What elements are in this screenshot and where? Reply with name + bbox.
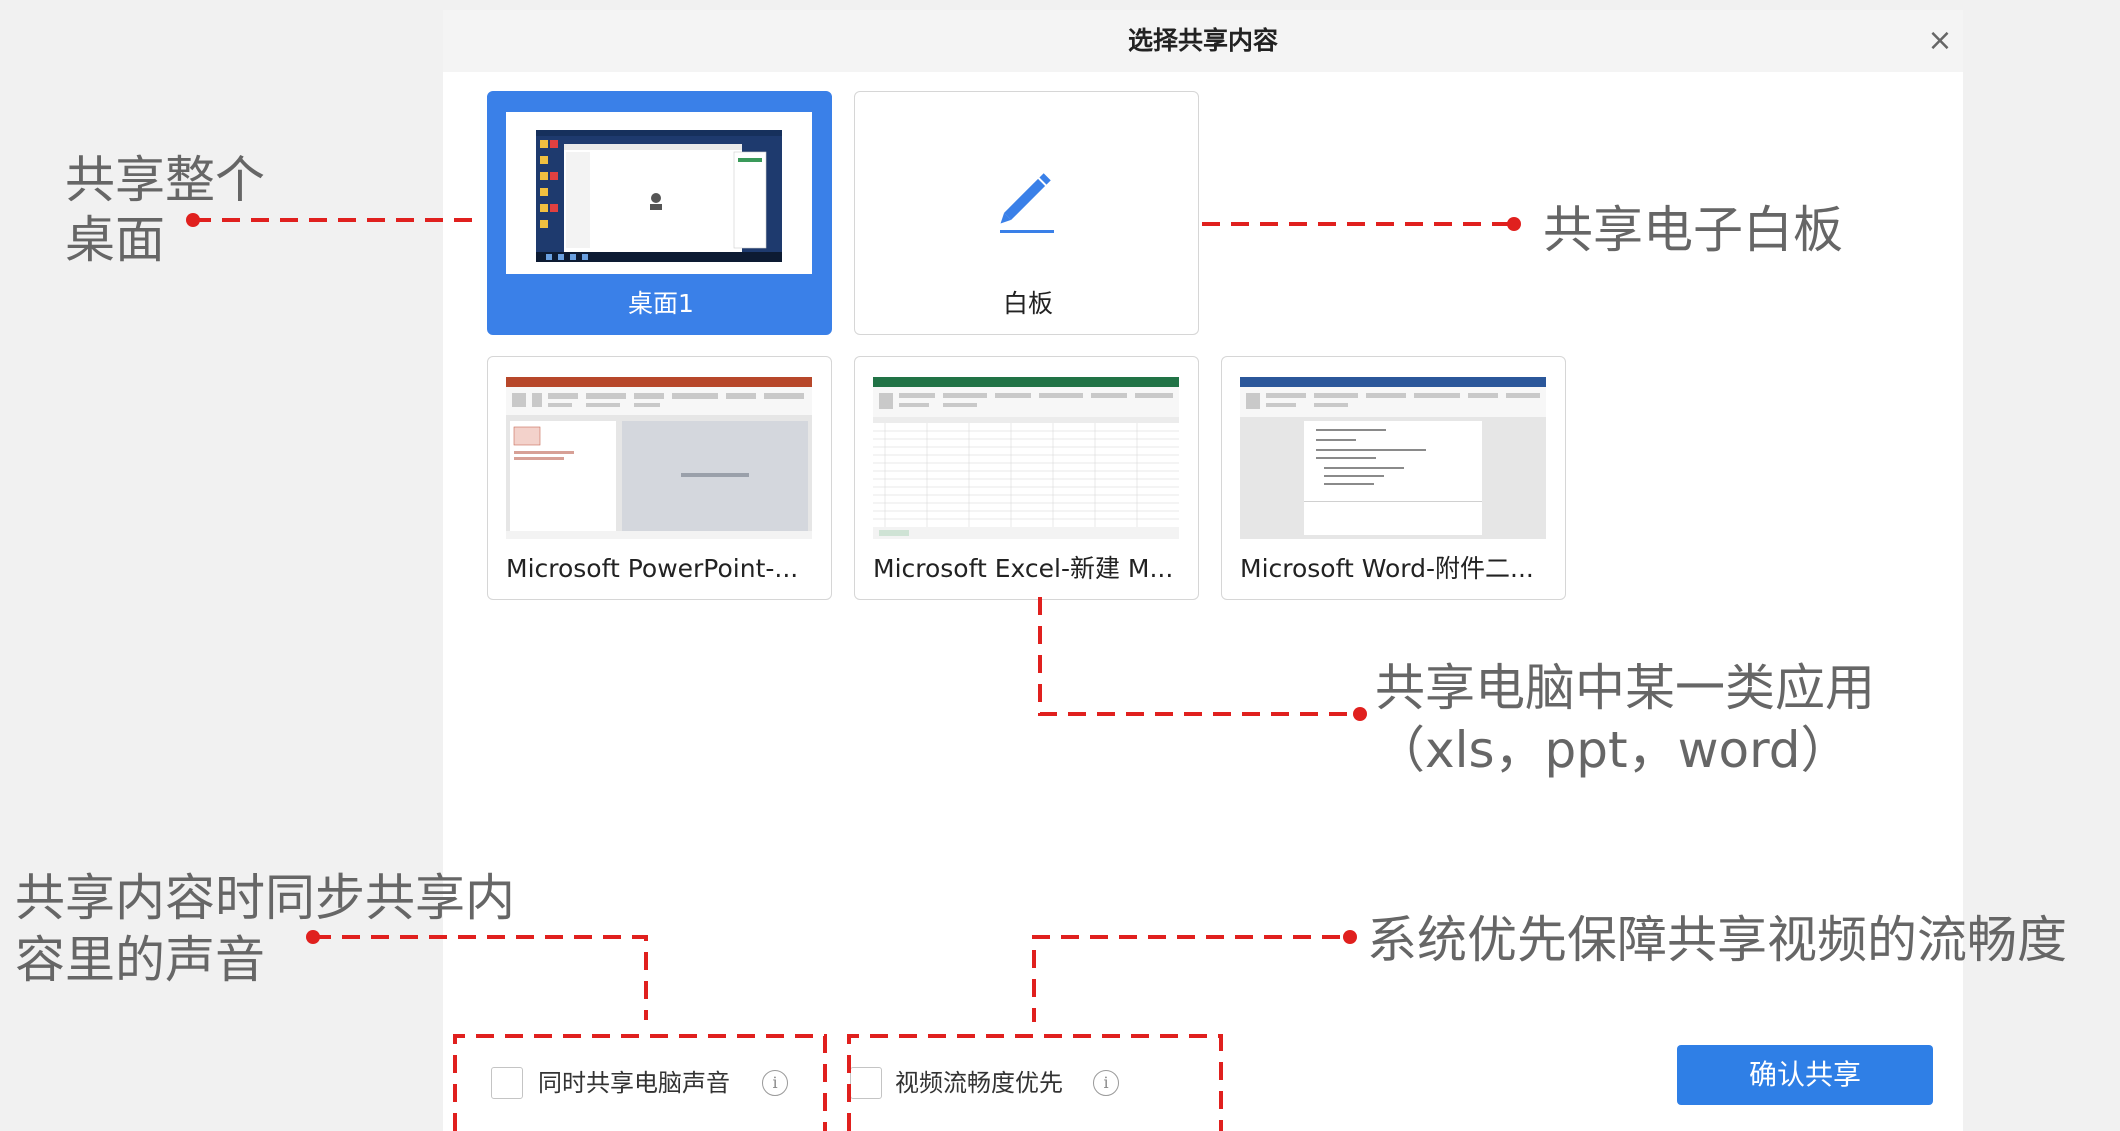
annotation-apps-line2: （xls，ppt，word）: [1375, 721, 1851, 779]
annotation-whiteboard: 共享电子白板: [1543, 201, 1843, 259]
annotation-desktop-line2: 桌面: [65, 211, 165, 269]
annotation-audio-line1: 共享内容时同步共享内: [15, 869, 515, 927]
annotation-smooth: 系统优先保障共享视频的流畅度: [1367, 911, 2067, 969]
annotation-audio-line2: 容里的声音: [15, 931, 265, 989]
annotation-desktop-line1: 共享整个: [65, 151, 265, 209]
annotation-apps-line1: 共享电脑中某一类应用: [1375, 659, 1875, 717]
